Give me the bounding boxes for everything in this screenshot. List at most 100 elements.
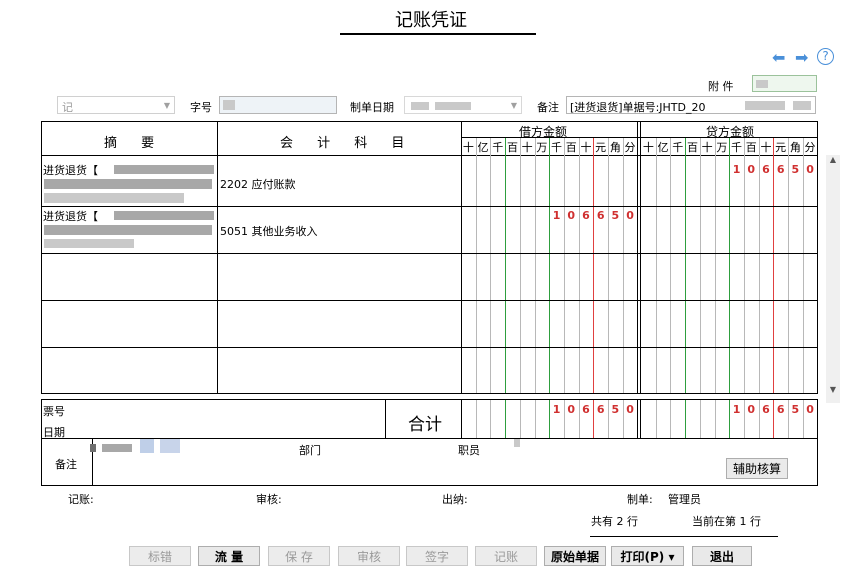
total-debit-digit: 0 bbox=[567, 403, 576, 416]
debit-digit-unit: 十 bbox=[521, 141, 533, 154]
aux-accounting-button[interactable]: 辅助核算 bbox=[726, 458, 788, 479]
redacted-block bbox=[756, 80, 768, 88]
vertical-scrollbar[interactable] bbox=[826, 155, 840, 403]
redacted-block bbox=[114, 165, 214, 174]
debit-digit-unit: 角 bbox=[609, 141, 621, 154]
maker-label: 制单: bbox=[627, 493, 653, 506]
credit-column-line bbox=[699, 138, 701, 393]
credit-digit-unit: 亿 bbox=[657, 141, 669, 154]
audit-label: 审核: bbox=[256, 493, 282, 506]
status-underline bbox=[590, 536, 778, 537]
divider bbox=[217, 122, 218, 393]
redacted-block bbox=[745, 101, 785, 110]
total-debit-digit: 6 bbox=[582, 403, 590, 416]
maker-name: 管理员 bbox=[668, 493, 701, 506]
total-debit-column-line bbox=[505, 400, 507, 438]
divider bbox=[637, 122, 638, 393]
divider bbox=[640, 400, 641, 438]
chevron-down-icon: ▼ bbox=[510, 101, 517, 110]
redacted-block bbox=[90, 444, 96, 452]
debit-digit-unit: 百 bbox=[565, 141, 577, 154]
current-row-status: 当前在第 1 行 bbox=[692, 515, 761, 528]
row-2-debit-digit: 0 bbox=[626, 209, 634, 222]
credit-digit-unit: 千 bbox=[672, 141, 684, 154]
credit-column-line bbox=[655, 138, 657, 393]
debit-digit-unit: 万 bbox=[536, 141, 548, 154]
scroll-up-icon[interactable]: ▲ bbox=[826, 155, 840, 169]
redacted-block bbox=[435, 102, 471, 110]
toolbar-button-8[interactable]: 打印(P) ▾ bbox=[611, 546, 684, 566]
toolbar-button-3[interactable]: 保 存 bbox=[268, 546, 330, 566]
debit-digit-unit: 千 bbox=[492, 141, 504, 154]
credit-column-line bbox=[758, 138, 760, 393]
row-1-summary[interactable]: 进货退货【 bbox=[43, 162, 98, 178]
debit-digit-unit: 分 bbox=[624, 141, 636, 154]
total-credit-digit: 1 bbox=[732, 403, 741, 416]
credit-digit-unit: 百 bbox=[745, 141, 757, 154]
row-2-account[interactable]: 5051 其他业务收入 bbox=[220, 223, 318, 239]
row-2-summary[interactable]: 进货退货【 bbox=[43, 208, 98, 224]
debit-digit-unit: 千 bbox=[551, 141, 563, 154]
debit-column-line bbox=[505, 138, 507, 393]
row-2-debit-digit: 5 bbox=[611, 209, 620, 222]
redacted-block bbox=[223, 100, 235, 110]
cashier-label: 出纳: bbox=[442, 493, 468, 506]
credit-digit-unit: 元 bbox=[775, 141, 787, 154]
toolbar-button-6[interactable]: 记账 bbox=[475, 546, 537, 566]
debit-column-line bbox=[622, 138, 624, 393]
row-2-debit-digit: 6 bbox=[582, 209, 590, 222]
row-1-account[interactable]: 2202 应付账款 bbox=[220, 176, 296, 192]
attachment-label: 附 件 bbox=[708, 80, 734, 93]
redacted-block bbox=[114, 211, 214, 220]
date-field[interactable]: ▼ bbox=[404, 96, 522, 114]
total-credit-digit: 0 bbox=[806, 403, 814, 416]
credit-digit-unit: 百 bbox=[686, 141, 698, 154]
scroll-down-icon[interactable]: ▼ bbox=[826, 385, 840, 399]
row-1-credit-digit: 6 bbox=[762, 163, 770, 176]
credit-digit-unit: 千 bbox=[731, 141, 743, 154]
total-credit-column-line bbox=[670, 400, 672, 438]
divider bbox=[42, 253, 817, 254]
debit-digit-unit: 十 bbox=[462, 141, 474, 154]
toolbar-button-5[interactable]: 签字 bbox=[406, 546, 468, 566]
divider bbox=[461, 122, 462, 393]
credit-column-line bbox=[729, 138, 731, 393]
remark-field[interactable]: [进货退货]单据号:JHTD_20 bbox=[566, 96, 816, 114]
staff-label: 职员 bbox=[458, 444, 480, 457]
total-debit-column-line bbox=[475, 400, 477, 438]
debit-column-line bbox=[549, 138, 551, 393]
arrow-right-icon[interactable]: ➡ bbox=[795, 48, 808, 67]
voucher-type-select[interactable]: 记 ▼ bbox=[57, 96, 175, 114]
total-credit-column-line bbox=[655, 400, 657, 438]
attachment-field[interactable] bbox=[752, 75, 817, 92]
debit-column-line bbox=[578, 138, 580, 393]
divider bbox=[461, 137, 817, 138]
number-field[interactable] bbox=[219, 96, 337, 114]
toolbar-button-9[interactable]: 退出 bbox=[692, 546, 752, 566]
redacted-block bbox=[793, 101, 811, 110]
redacted-block bbox=[44, 225, 212, 235]
toolbar-button-2[interactable]: 流 量 bbox=[198, 546, 260, 566]
toolbar-button-1[interactable]: 标错 bbox=[129, 546, 191, 566]
divider bbox=[461, 400, 462, 438]
toolbar-button-4[interactable]: 审核 bbox=[338, 546, 400, 566]
toolbar-button-7[interactable]: 原始单据 bbox=[544, 546, 606, 566]
dept-label: 部门 bbox=[299, 444, 321, 457]
debit-column-line bbox=[608, 138, 609, 393]
total-debit-column-line bbox=[534, 400, 536, 438]
credit-digit-unit: 十 bbox=[760, 141, 772, 154]
total-credit-digit: 5 bbox=[791, 403, 800, 416]
help-icon[interactable]: ? bbox=[817, 48, 834, 65]
total-debit-digit: 0 bbox=[626, 403, 634, 416]
total-debit-column-line bbox=[519, 400, 521, 438]
voucher-table: 摘 要 会 计 科 目 借方金额 贷方金额 十亿千百十万千百十元角分十亿千百十万… bbox=[41, 121, 818, 394]
arrow-left-icon[interactable]: ⬅ bbox=[772, 48, 785, 67]
credit-digit-unit: 分 bbox=[804, 141, 816, 154]
total-credit-column-line bbox=[699, 400, 701, 438]
debit-column-line bbox=[490, 138, 492, 393]
redacted-block bbox=[514, 439, 520, 447]
page-title: 记账凭证 bbox=[395, 10, 467, 31]
debit-digit-unit: 元 bbox=[595, 141, 607, 154]
row-1-credit-digit: 6 bbox=[776, 163, 785, 176]
credit-column-line bbox=[743, 138, 745, 393]
